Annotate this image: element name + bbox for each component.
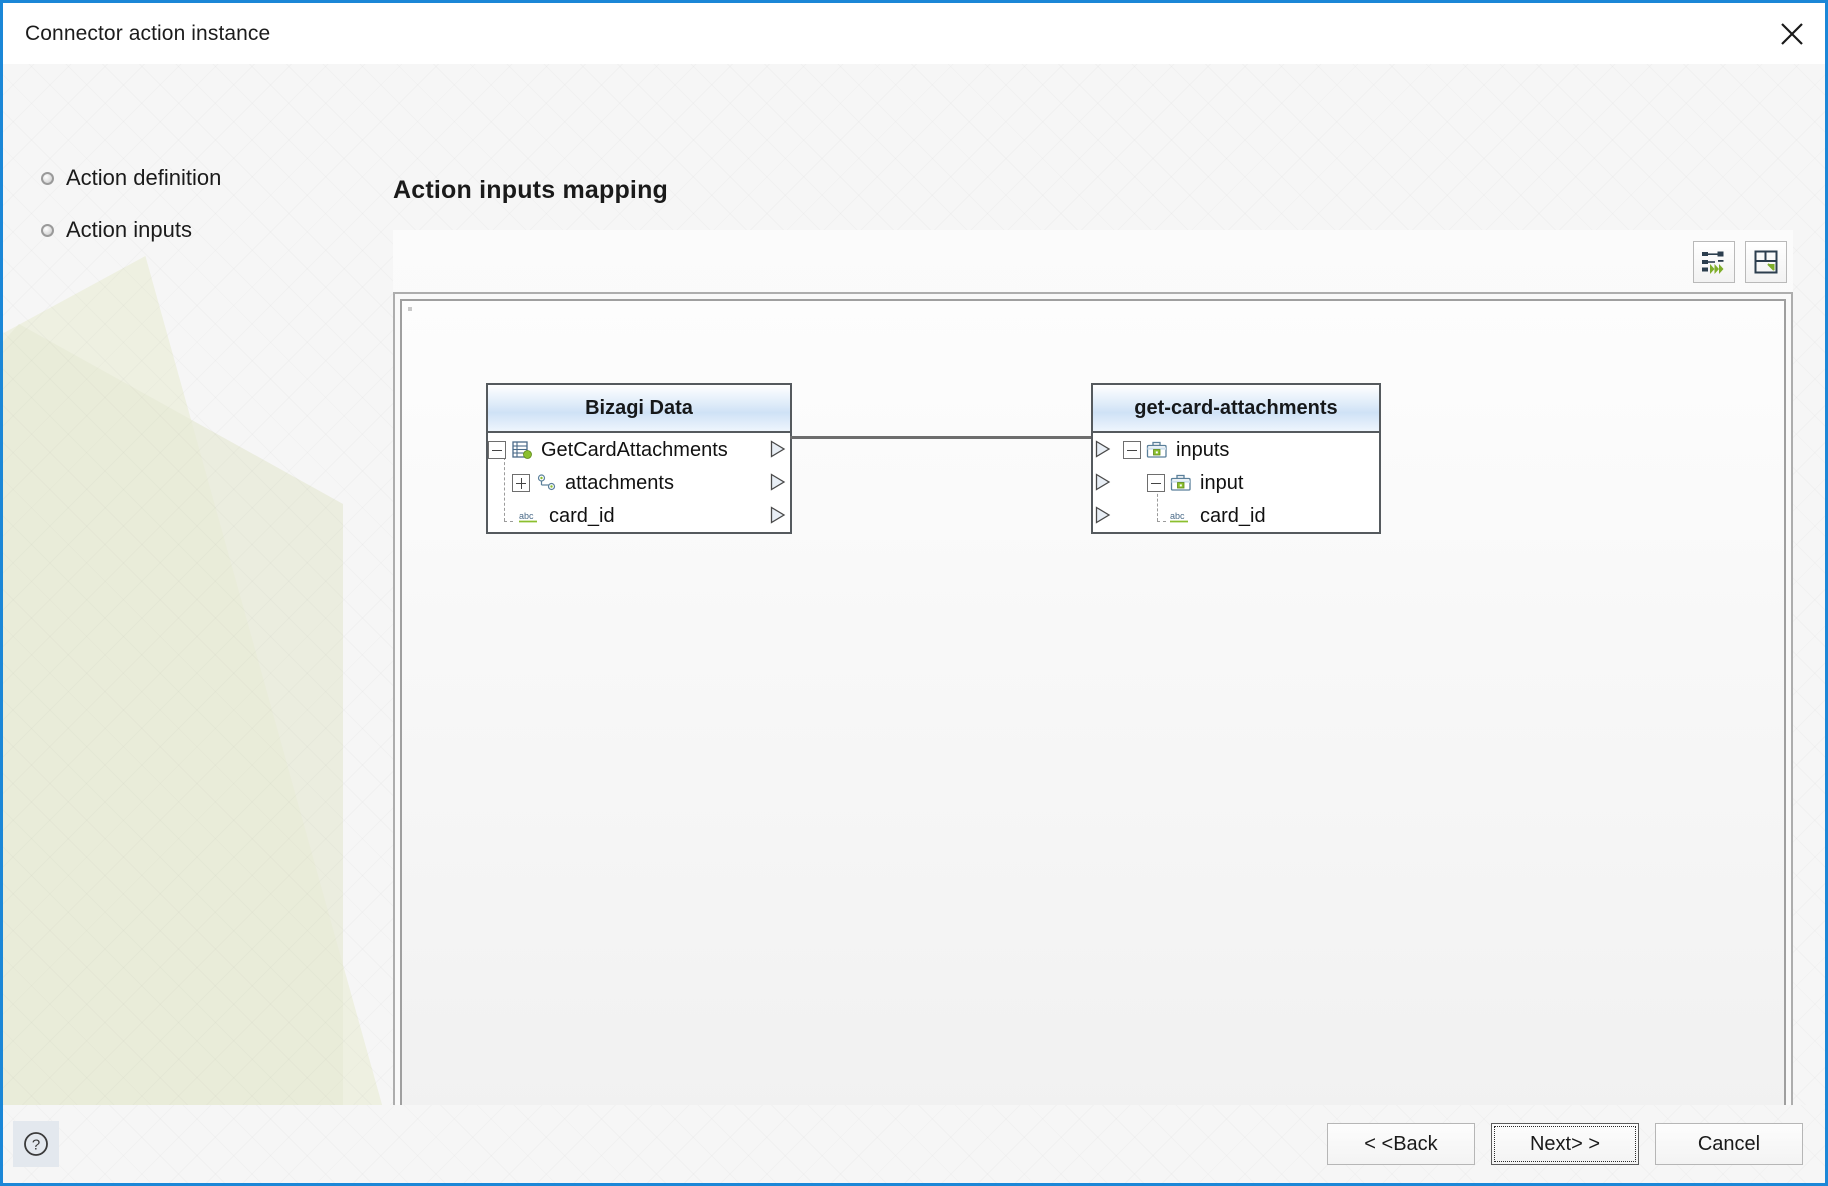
source-mapping-box[interactable]: Bizagi Data GetCardAttachments attachmen… bbox=[486, 383, 792, 534]
source-box-rows: GetCardAttachments attachments abc card_… bbox=[488, 433, 790, 532]
cancel-button[interactable]: Cancel bbox=[1655, 1123, 1803, 1165]
input-port-card-id[interactable] bbox=[1095, 506, 1111, 530]
dialog-titlebar: Connector action instance bbox=[3, 3, 1825, 64]
tree-row-card-id-source[interactable]: abc card_id bbox=[488, 499, 790, 532]
briefcase-icon bbox=[1170, 473, 1192, 493]
briefcase-icon bbox=[1146, 440, 1168, 460]
input-port-inputs[interactable] bbox=[1095, 440, 1111, 464]
row-label: GetCardAttachments bbox=[541, 438, 728, 461]
row-label: attachments bbox=[565, 471, 674, 494]
collapse-expander-icon[interactable] bbox=[488, 440, 506, 459]
entity-table-icon bbox=[511, 440, 533, 460]
collapse-expander-icon[interactable] bbox=[1123, 440, 1141, 459]
wizard-button-group: < <Back Next> > Cancel bbox=[1327, 1123, 1803, 1165]
mapping-canvas[interactable]: Bizagi Data GetCardAttachments attachmen… bbox=[400, 299, 1786, 1105]
main-pane: Action inputs mapping Bizagi Data GetCar… bbox=[393, 64, 1825, 1105]
tree-row-input[interactable]: input bbox=[1093, 466, 1379, 499]
collection-icon bbox=[535, 473, 557, 493]
tree-row-getcardattachments[interactable]: GetCardAttachments bbox=[488, 433, 790, 466]
background-watermark-shape-1 bbox=[3, 256, 403, 1105]
abc-string-icon: abc bbox=[1166, 506, 1192, 526]
wizard-step-nav: Action definition Action inputs bbox=[3, 64, 393, 256]
row-label: card_id bbox=[1200, 504, 1266, 527]
expand-expander-icon[interactable] bbox=[512, 473, 530, 492]
mapping-toolbar bbox=[1693, 230, 1787, 294]
target-mapping-box[interactable]: get-card-attachments inputs input abc ca… bbox=[1091, 383, 1381, 534]
auto-map-button[interactable] bbox=[1693, 241, 1735, 283]
back-button[interactable]: < <Back bbox=[1327, 1123, 1475, 1165]
background-watermark-shape-2 bbox=[3, 324, 343, 1105]
sidebar-item-action-definition[interactable]: Action definition bbox=[3, 152, 393, 204]
row-label: input bbox=[1200, 471, 1244, 494]
dialog-title: Connector action instance bbox=[25, 21, 271, 45]
source-box-title: Bizagi Data bbox=[488, 385, 790, 433]
radio-bullet-icon bbox=[41, 223, 54, 237]
page-title: Action inputs mapping bbox=[393, 176, 669, 204]
connector-action-instance-dialog: Connector action instance Action definit… bbox=[0, 0, 1828, 1186]
abc-string-icon: abc bbox=[515, 506, 541, 526]
layout-button[interactable] bbox=[1745, 241, 1787, 283]
question-mark-icon[interactable]: ? bbox=[13, 1121, 59, 1167]
row-label: inputs bbox=[1176, 438, 1230, 461]
mapping-canvas-frame: Bizagi Data GetCardAttachments attachmen… bbox=[393, 292, 1793, 1105]
tree-row-attachments[interactable]: attachments bbox=[488, 466, 790, 499]
next-button[interactable]: Next> > bbox=[1491, 1123, 1639, 1165]
sidebar-item-action-inputs[interactable]: Action inputs bbox=[3, 204, 393, 256]
output-port-attachments[interactable] bbox=[770, 473, 786, 497]
svg-text:abc: abc bbox=[1170, 511, 1185, 521]
tree-row-inputs[interactable]: inputs bbox=[1093, 433, 1379, 466]
row-label: card_id bbox=[549, 504, 615, 527]
input-port-input[interactable] bbox=[1095, 473, 1111, 497]
close-icon[interactable] bbox=[1759, 5, 1825, 63]
svg-text:?: ? bbox=[32, 1137, 40, 1154]
mapping-panel: Bizagi Data GetCardAttachments attachmen… bbox=[393, 230, 1793, 1105]
collapse-expander-icon[interactable] bbox=[1147, 473, 1165, 492]
dialog-footer: ? < <Back Next> > Cancel bbox=[3, 1105, 1825, 1183]
auto-map-icon bbox=[1701, 249, 1727, 275]
dialog-body: Action definition Action inputs Action i… bbox=[3, 64, 1825, 1105]
svg-text:abc: abc bbox=[519, 511, 534, 521]
mapping-connection-line[interactable] bbox=[790, 436, 1098, 439]
radio-bullet-icon bbox=[41, 171, 54, 185]
sidebar-item-label: Action inputs bbox=[66, 217, 192, 242]
output-port-getcardattachments[interactable] bbox=[770, 440, 786, 464]
tree-row-card-id-target[interactable]: abc card_id bbox=[1093, 499, 1379, 532]
fit-layout-icon bbox=[1753, 249, 1779, 275]
target-box-rows: inputs input abc card_id bbox=[1093, 433, 1379, 532]
output-port-card-id[interactable] bbox=[770, 506, 786, 530]
sidebar-item-label: Action definition bbox=[66, 165, 222, 190]
canvas-anchor-dot bbox=[408, 307, 412, 311]
target-box-title: get-card-attachments bbox=[1093, 385, 1379, 433]
